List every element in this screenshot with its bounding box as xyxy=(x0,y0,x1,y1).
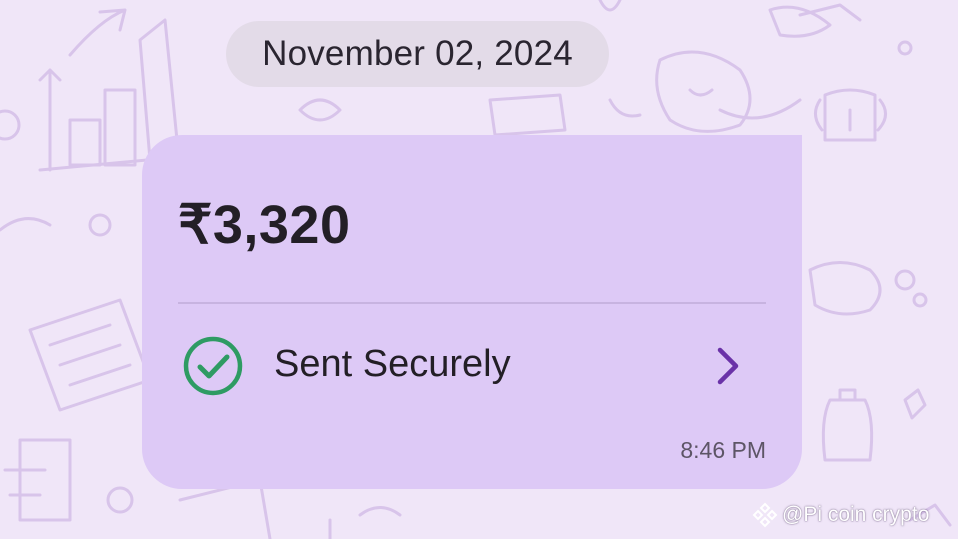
check-circle-icon xyxy=(183,336,243,396)
divider xyxy=(178,302,766,304)
payment-status-label: Sent Securely xyxy=(274,343,511,385)
payment-amount: ₹3,320 xyxy=(178,195,351,255)
date-label: November 02, 2024 xyxy=(262,34,573,73)
message-timestamp: 8:46 PM xyxy=(680,437,766,463)
chevron-right-icon[interactable] xyxy=(712,343,742,389)
date-separator: November 02, 2024 xyxy=(226,21,609,87)
watermark: @Pi coin crypto xyxy=(752,502,929,528)
payment-message-bubble[interactable]: ₹3,320 Sent Securely 8:46 PM xyxy=(142,135,802,489)
watermark-text: @Pi coin crypto xyxy=(782,503,930,526)
binance-logo-icon xyxy=(752,502,778,528)
payment-status-row[interactable]: Sent Securely xyxy=(182,331,774,401)
